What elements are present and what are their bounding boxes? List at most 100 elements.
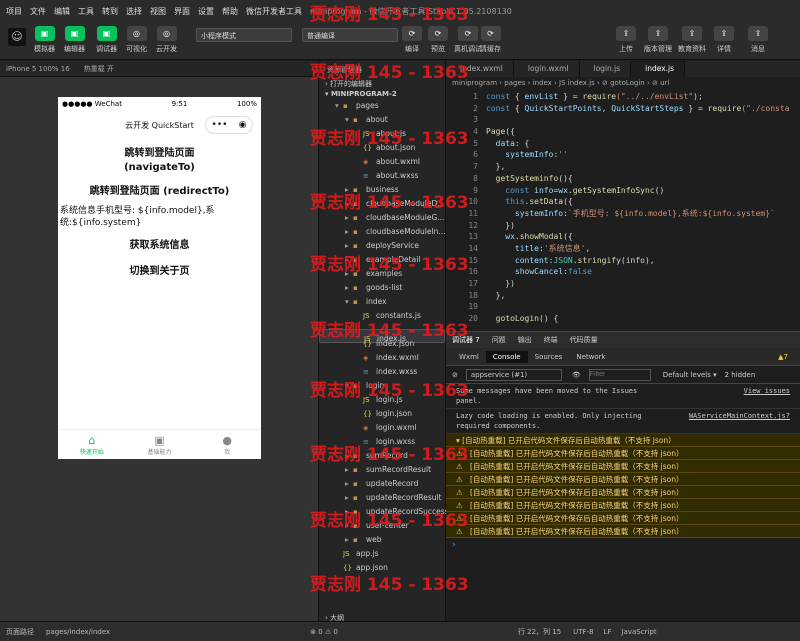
tree-item[interactable]: {} login.json <box>319 407 445 421</box>
warning-badge[interactable]: ▲7 <box>778 353 788 361</box>
tree-item[interactable]: ▾ ▪ login <box>319 379 445 393</box>
debug-top-tab[interactable]: 问题 <box>492 335 506 345</box>
tree-item[interactable]: ▸ ▪ cloudbaseModuleG... <box>319 211 445 225</box>
tree-item[interactable]: ≡ login.wxss <box>319 435 445 449</box>
editor-tab[interactable]: login.wxml <box>514 61 580 77</box>
menu-item[interactable]: 微信开发者工具 <box>246 6 302 17</box>
toolbar-button[interactable]: ⟳ 清缓存 <box>480 26 501 54</box>
editor-tab[interactable]: login.js <box>580 61 632 77</box>
context-select[interactable]: appservice (#1) <box>465 368 562 381</box>
toolbar-button[interactable]: ⟳ 预览 <box>428 26 448 54</box>
toolbar-button[interactable]: ⟳ 编译 <box>402 26 422 54</box>
editor-tab[interactable]: index.js <box>631 61 686 77</box>
eye-icon[interactable]: 👁 <box>572 371 581 379</box>
menu-item[interactable]: 文件 <box>30 6 46 17</box>
tree-item[interactable]: ▸ ▪ updateRecord <box>319 477 445 491</box>
tree-item[interactable]: ▾ ▪ pages <box>319 99 445 113</box>
tree-item[interactable]: {} about.json <box>319 141 445 155</box>
devtools-tab[interactable]: Console <box>485 350 528 363</box>
tree-item[interactable]: ◈ login.wxml <box>319 421 445 435</box>
project-section[interactable]: ▾ MINIPROGRAM-2 <box>319 88 445 99</box>
tree-item[interactable]: JS about.js <box>319 127 445 141</box>
warning-group[interactable]: ▾ [自动热重载] 已开启代码文件保存后自动热重载（不支持 json） <box>446 434 800 447</box>
close-icon[interactable]: ◉ <box>239 120 247 130</box>
toolbar-button[interactable]: ◎ 可视化 <box>126 26 147 54</box>
toolbar-button[interactable]: ⇪ 详情 <box>714 26 734 54</box>
menu-item[interactable]: 设置 <box>198 6 214 17</box>
language-mode[interactable]: JavaScript <box>622 628 657 636</box>
tree-item[interactable]: ≡ about.wxss <box>319 169 445 183</box>
menu-item[interactable]: 帮助 <box>222 6 238 17</box>
toolbar-button[interactable]: ⟳ 真机调试 <box>454 26 482 54</box>
cursor-position[interactable]: 行 22，列 15 <box>518 627 561 637</box>
toolbar-button[interactable]: ▣ 调试器 <box>96 26 117 54</box>
tree-item[interactable]: ▸ ▪ sumRecordResult <box>319 463 445 477</box>
console-prompt[interactable]: › <box>446 538 800 552</box>
page-path[interactable]: pages/index/index <box>46 628 110 636</box>
tree-item[interactable]: ◈ index.wxml <box>319 351 445 365</box>
code-area[interactable]: 1 const { envList } = require("../../envL… <box>446 91 800 325</box>
navigate-to-login-button[interactable]: 跳转到登陆页面 (navigateTo) <box>58 147 261 175</box>
open-editors-section[interactable]: › 打开的编辑器 <box>319 77 445 88</box>
tree-item[interactable]: ▸ ▪ web <box>319 533 445 547</box>
tree-item[interactable]: ▸ ▪ deployService <box>319 239 445 253</box>
devtools-tab[interactable]: Wxml <box>452 351 486 363</box>
tree-item[interactable]: ▸ ▪ cloudbaseModuleD... <box>319 197 445 211</box>
menu-item[interactable]: 编辑 <box>54 6 70 17</box>
more-icon[interactable]: ••• <box>212 120 228 130</box>
redirect-to-login-button[interactable]: 跳转到登陆页面 (redirectTo) <box>58 185 261 199</box>
errors-count[interactable]: ⊗ 0 ⚠ 0 <box>310 628 338 636</box>
tree-item[interactable]: {} app.json <box>319 561 445 575</box>
message-link[interactable]: View issues <box>744 386 790 406</box>
toolbar-button[interactable]: ⇪ 消息 <box>748 26 768 54</box>
filter-input[interactable] <box>588 368 651 381</box>
tree-item[interactable]: ▸ ▪ updateRecordSuccess <box>319 505 449 519</box>
levels-select[interactable]: Default levels ▾ <box>663 371 717 379</box>
phone-tab[interactable]: ⌂ 快速开始 <box>58 430 126 459</box>
tree-item[interactable]: ▾ ▪ about <box>319 113 445 127</box>
debug-top-tab[interactable]: 输出 <box>518 335 532 345</box>
tree-item[interactable]: JS constants.js <box>319 309 445 323</box>
toolbar-button[interactable]: ◎ 云开发 <box>156 26 177 54</box>
toolbar-button[interactable]: ⇪ 版本管理 <box>644 26 672 54</box>
menu-item[interactable]: 工具 <box>78 6 94 17</box>
devtools-tab[interactable]: Sources <box>528 351 570 363</box>
phone-tab[interactable]: ● 我 <box>193 430 261 459</box>
tree-item[interactable]: ▸ ▪ goods-list <box>319 281 445 295</box>
avatar[interactable]: ☺ <box>8 28 26 46</box>
menu-item[interactable]: 转到 <box>102 6 118 17</box>
device-select[interactable]: iPhone 5 100% 16 <box>6 65 70 73</box>
menu-item[interactable]: 选择 <box>126 6 142 17</box>
compile-select[interactable]: 普通编译 <box>302 28 398 42</box>
tree-item[interactable]: ▸ ▪ exampleDetail <box>319 253 445 267</box>
menu-item[interactable]: 项目 <box>6 6 22 17</box>
message-link[interactable]: WAServiceMainContext.js? <box>689 411 790 431</box>
encoding[interactable]: UTF-8 <box>573 628 593 636</box>
tree-item[interactable]: ▸ ▪ examples <box>319 267 445 281</box>
tree-item[interactable]: ▸ ▪ business <box>319 183 445 197</box>
mode-select[interactable]: 小程序模式 <box>196 28 292 42</box>
toolbar-button[interactable]: ▣ 编辑器 <box>64 26 85 54</box>
tree-item[interactable]: ◈ about.wxml <box>319 155 445 169</box>
tree-item[interactable]: JS login.js <box>319 393 445 407</box>
debug-top-tab[interactable]: 终端 <box>544 335 558 345</box>
tree-item[interactable]: JS app.js <box>319 547 445 561</box>
debug-top-tab[interactable]: 调试器 7 <box>452 335 480 345</box>
devtools-tab[interactable]: Network <box>569 351 612 363</box>
tree-item[interactable]: {} index.json <box>319 337 445 351</box>
tree-item[interactable]: ▸ ▪ updateRecordResult <box>319 491 445 505</box>
hotreload-toggle[interactable]: 热重载 开 <box>84 64 114 74</box>
clear-console-icon[interactable]: ⊘ <box>452 371 458 379</box>
menu-item[interactable]: 界面 <box>174 6 190 17</box>
tree-item[interactable]: ≡ index.wxss <box>319 365 445 379</box>
tree-item[interactable]: ▸ ▪ sumRecord <box>319 449 445 463</box>
tree-item[interactable]: ▸ ▪ user-center <box>319 519 445 533</box>
switch-to-about-button[interactable]: 切换到关于页 <box>58 265 261 279</box>
debug-top-tab[interactable]: 代码质量 <box>570 335 598 345</box>
editor-tab[interactable]: index.wxml <box>446 61 514 77</box>
menu-item[interactable]: 视图 <box>150 6 166 17</box>
tree-item[interactable]: ▾ ▪ index <box>319 295 445 309</box>
phone-tab[interactable]: ▣ 基础能力 <box>126 430 194 459</box>
toolbar-button[interactable]: ⇪ 教育资料 <box>678 26 706 54</box>
line-ending[interactable]: LF <box>604 628 612 636</box>
